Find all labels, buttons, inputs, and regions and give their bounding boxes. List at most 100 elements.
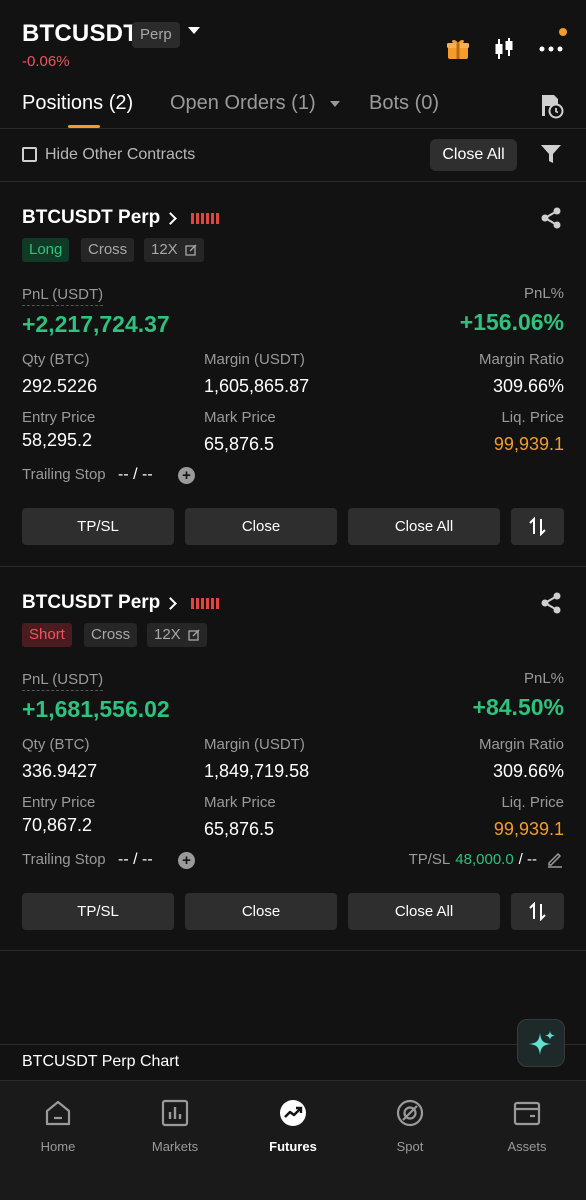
margin-label: Margin (USDT)	[204, 736, 305, 753]
leverage-value: 12X	[151, 241, 178, 258]
symbol-dropdown-icon[interactable]	[188, 27, 200, 34]
bar-chart-icon	[161, 1099, 189, 1127]
qty-value: 336.9427	[22, 761, 98, 781]
qty-label: Qty (BTC)	[22, 736, 90, 753]
notification-dot	[559, 28, 567, 36]
trailing-stop-label: Trailing Stop	[22, 466, 106, 483]
candlestick-icon[interactable]	[491, 36, 517, 62]
tpsl-button[interactable]: TP/SL	[22, 893, 174, 930]
nav-spot[interactable]: Spot	[360, 1098, 460, 1154]
share-icon[interactable]	[540, 592, 562, 614]
divider	[0, 1044, 586, 1045]
liq-price-value: 99,939.1	[493, 434, 564, 454]
liq-price-value: 99,939.1	[493, 819, 564, 839]
qty-label: Qty (BTC)	[22, 351, 90, 368]
entry-price-value: 70,867.2	[22, 815, 93, 835]
reverse-position-button[interactable]	[511, 893, 564, 930]
margin-mode-tag[interactable]: Cross	[81, 238, 135, 262]
close-button[interactable]: Close	[185, 508, 337, 545]
reverse-position-button[interactable]	[511, 508, 564, 545]
margin-label: Margin (USDT)	[204, 351, 305, 368]
hide-other-contracts-checkbox[interactable]	[22, 147, 37, 162]
entry-price-label: Entry Price	[22, 409, 96, 426]
tpsl-stop-loss: / --	[518, 850, 537, 868]
position-card: BTCUSDT Perp Long Cross 12X PnL (USDT) +…	[0, 182, 586, 567]
pnl-percent-label: PnL%	[523, 670, 564, 687]
edit-icon	[188, 629, 200, 641]
margin-mode-tag[interactable]: Cross	[84, 623, 138, 647]
chart-link[interactable]: BTCUSDT Perp Chart	[22, 1053, 179, 1071]
leverage-tag[interactable]: 12X	[144, 238, 204, 262]
trailing-stop-value: -- / --	[118, 466, 153, 483]
share-icon[interactable]	[540, 207, 562, 229]
nav-markets[interactable]: Markets	[125, 1098, 225, 1154]
chevron-right-icon[interactable]	[164, 597, 177, 610]
wallet-icon	[513, 1101, 541, 1126]
margin-ratio-value: 309.66%	[492, 376, 564, 396]
margin-value: 1,849,719.58	[204, 761, 310, 781]
nav-futures[interactable]: Futures	[243, 1098, 343, 1154]
swap-arrows-icon	[529, 902, 546, 921]
risk-level-icon	[191, 213, 219, 224]
nav-home[interactable]: Home	[8, 1098, 108, 1154]
tpsl-summary-label: TP/SL	[408, 850, 451, 868]
trailing-stop-label: Trailing Stop	[22, 851, 106, 868]
margin-ratio-label: Margin Ratio	[478, 351, 564, 368]
more-icon[interactable]	[538, 36, 564, 62]
ai-assistant-button[interactable]	[517, 1019, 565, 1067]
divider	[0, 128, 586, 129]
open-orders-dropdown-icon[interactable]	[330, 101, 340, 107]
nav-home-label: Home	[40, 1139, 76, 1154]
close-all-button[interactable]: Close All	[348, 508, 500, 545]
close-all-positions-button[interactable]: Close All	[430, 139, 517, 171]
mark-price-label: Mark Price	[204, 794, 276, 811]
filter-icon[interactable]	[540, 143, 562, 165]
add-trailing-stop-icon[interactable]: +	[178, 852, 195, 869]
nav-assets[interactable]: Assets	[477, 1098, 577, 1154]
leverage-tag[interactable]: 12X	[147, 623, 207, 647]
risk-level-icon	[191, 598, 219, 609]
divider	[0, 1080, 586, 1081]
pnl-label[interactable]: PnL (USDT)	[22, 671, 104, 691]
mark-price-label: Mark Price	[204, 409, 276, 426]
history-icon[interactable]	[538, 93, 564, 119]
spot-icon	[396, 1099, 424, 1127]
edit-icon	[185, 244, 197, 256]
chevron-right-icon[interactable]	[164, 212, 177, 225]
tab-open-orders[interactable]: Open Orders (1)	[170, 92, 316, 115]
margin-ratio-value: 309.66%	[492, 761, 564, 781]
tab-bots[interactable]: Bots (0)	[369, 92, 439, 115]
nav-markets-label: Markets	[151, 1139, 199, 1154]
bottom-navigation: Home Markets Futures Spot Assets	[0, 1080, 586, 1200]
divider	[0, 950, 586, 951]
gift-icon[interactable]	[445, 36, 471, 62]
liq-price-label: Liq. Price	[501, 409, 564, 426]
margin-ratio-label: Margin Ratio	[478, 736, 564, 753]
mark-price-value: 65,876.5	[204, 434, 275, 454]
hide-other-contracts-label[interactable]: Hide Other Contracts	[45, 146, 195, 164]
position-title[interactable]: BTCUSDT Perp	[22, 207, 160, 229]
pnl-value: +2,217,724.37	[22, 311, 170, 337]
home-icon	[45, 1100, 71, 1126]
add-trailing-stop-icon[interactable]: +	[178, 467, 195, 484]
close-button[interactable]: Close	[185, 893, 337, 930]
edit-pencil-icon[interactable]	[546, 850, 564, 868]
futures-icon	[280, 1100, 306, 1126]
pnl-label[interactable]: PnL (USDT)	[22, 286, 104, 306]
swap-arrows-icon	[529, 517, 546, 536]
close-all-button[interactable]: Close All	[348, 893, 500, 930]
tab-positions[interactable]: Positions (2)	[22, 92, 133, 115]
tpsl-summary[interactable]: TP/SL 48,000.0 / --	[409, 850, 564, 868]
pnl-value: +1,681,556.02	[22, 696, 170, 722]
nav-spot-label: Spot	[396, 1139, 424, 1154]
symbol-title[interactable]: BTCUSDT	[22, 20, 138, 48]
tpsl-button[interactable]: TP/SL	[22, 508, 174, 545]
entry-price-value: 58,295.2	[22, 430, 93, 450]
price-change: -0.06%	[22, 53, 70, 70]
side-tag: Long	[22, 238, 70, 262]
mark-price-value: 65,876.5	[204, 819, 275, 839]
liq-price-label: Liq. Price	[501, 794, 564, 811]
position-title[interactable]: BTCUSDT Perp	[22, 592, 160, 614]
side-tag: Short	[22, 623, 72, 647]
pnl-percent-label: PnL%	[523, 285, 564, 302]
